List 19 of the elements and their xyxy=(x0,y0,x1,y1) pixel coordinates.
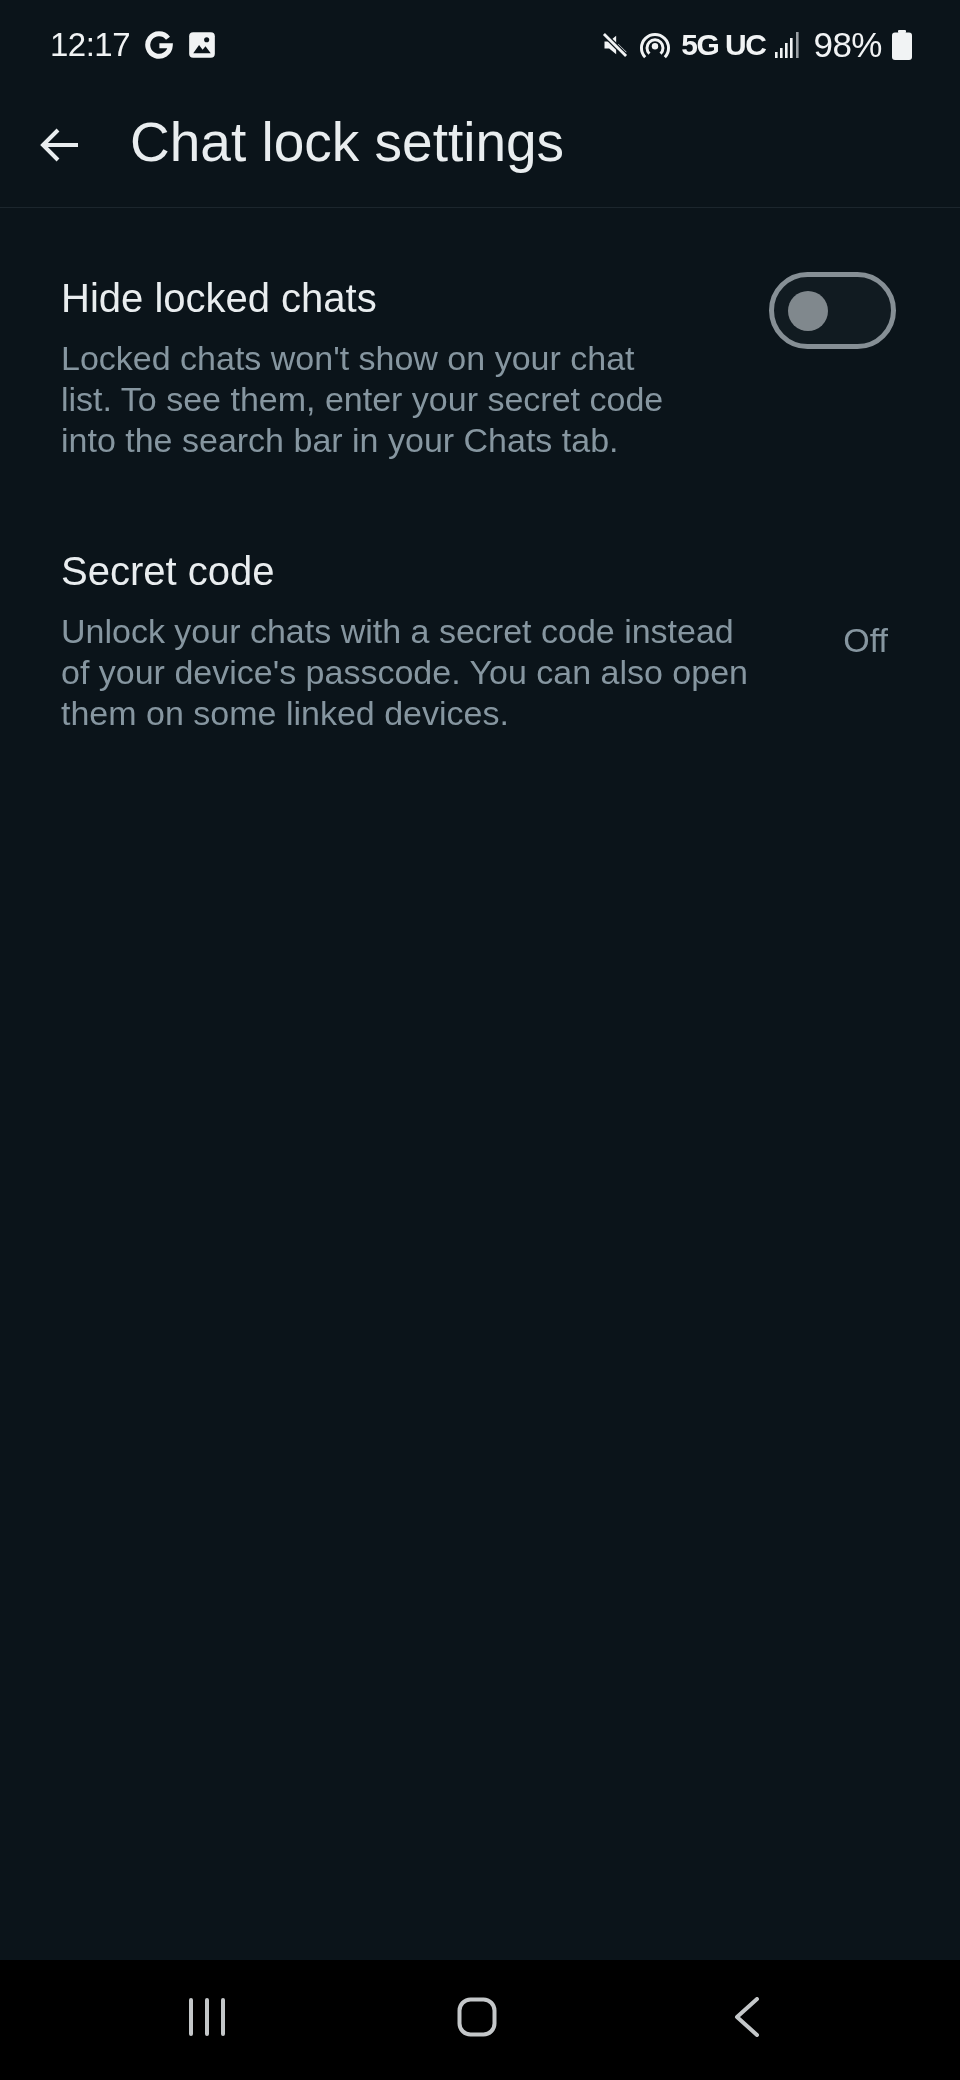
setting-description: Unlock your chats with a secret code instead of your device's passcode. You can also open them on some linked devices. xyxy=(61,611,749,734)
broadcast-icon xyxy=(639,30,672,60)
back-arrow-icon[interactable] xyxy=(40,126,80,163)
back-icon[interactable] xyxy=(734,1997,760,2037)
setting-value: Off xyxy=(843,621,888,660)
image-icon xyxy=(188,31,217,59)
setting-title: Secret code xyxy=(61,548,276,595)
mute-icon xyxy=(601,31,630,59)
setting-description: Locked chats won't show on your chat list. To see them, enter your secret code into the search bar in your Chats tab. xyxy=(61,338,665,461)
g-logo-icon xyxy=(144,30,175,60)
status-time: 12:17 xyxy=(50,26,131,64)
page-title: Chat lock settings xyxy=(130,109,565,174)
recent-apps-icon[interactable] xyxy=(188,1998,226,2036)
home-icon[interactable] xyxy=(457,1997,497,2037)
network-type: 5G UC xyxy=(681,28,766,62)
setting-title: Hide locked chats xyxy=(61,275,378,322)
battery-icon xyxy=(892,30,912,60)
battery-percent: 98% xyxy=(813,25,882,65)
signal-icon xyxy=(775,32,800,58)
